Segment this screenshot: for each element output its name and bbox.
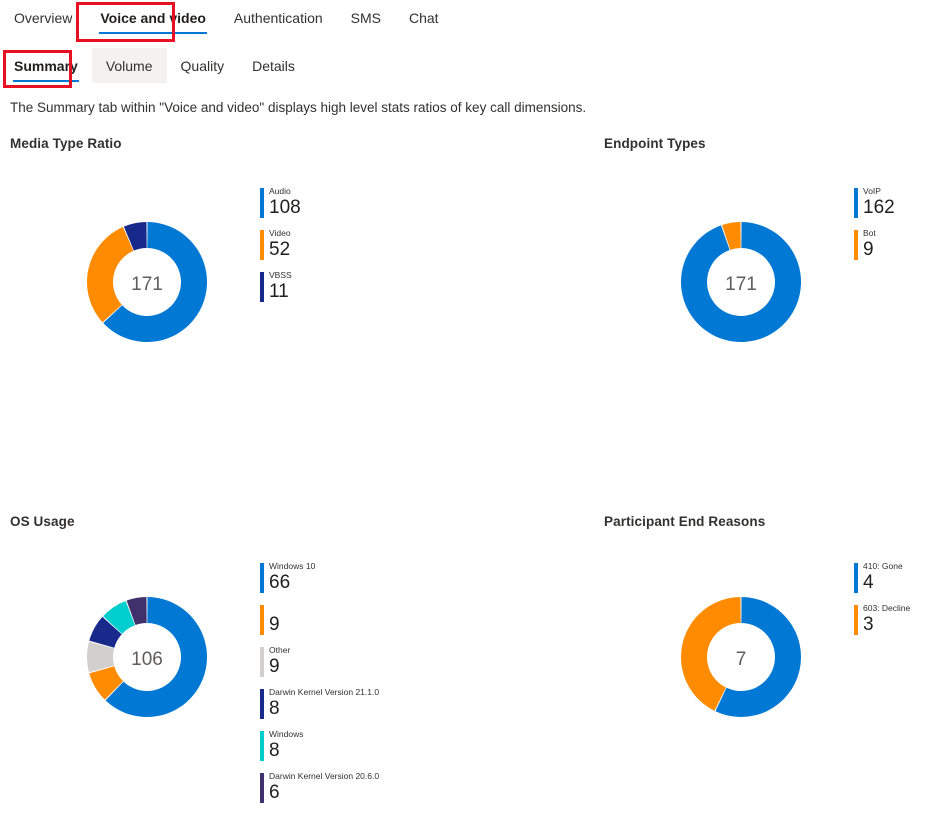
donut-svg: [681, 222, 801, 342]
legend-item-label: Darwin Kernel Version 21.1.0: [269, 687, 380, 697]
legend-item-label: Windows 10: [269, 561, 316, 571]
secondary-tabbar: Summary Volume Quality Details: [0, 48, 309, 90]
legend-endpoint-types: VoIP 162 Bot 9: [854, 186, 895, 270]
legend-item-label: [269, 603, 379, 614]
legend-color-swatch: [260, 230, 264, 260]
legend-item-label: VoIP: [863, 186, 881, 196]
legend-item-label: Video: [269, 228, 291, 238]
primary-tabbar: Overview Voice and video Authentication …: [0, 0, 453, 42]
donut-chart-participant-end-reasons[interactable]: 7: [666, 582, 816, 737]
legend-item[interactable]: Audio 108: [260, 186, 301, 218]
legend-item[interactable]: 603: Decline 3: [854, 603, 910, 635]
legend-item-label: VBSS: [269, 270, 292, 280]
legend-item[interactable]: Windows 8: [260, 729, 379, 761]
panel-endpoint-types: Endpoint Types 171 VoIP 162 Bot 9: [604, 136, 934, 496]
legend-item-label: Audio: [269, 186, 291, 196]
legend-color-swatch: [260, 272, 264, 302]
legend-item[interactable]: VoIP 162: [854, 186, 895, 218]
legend-media-type-ratio: Audio 108 Video 52 VBSS 11: [260, 186, 301, 312]
page-description: The Summary tab within "Voice and video"…: [10, 100, 587, 115]
legend-item[interactable]: Bot 9: [854, 228, 895, 260]
panel-title: Media Type Ratio: [10, 136, 122, 151]
legend-color-swatch: [260, 689, 264, 719]
legend-os-usage: Windows 10 66 9 Other 9 Darwin Kernel Version…: [260, 561, 379, 813]
donut-chart-os-usage[interactable]: 106: [72, 582, 222, 737]
legend-item-label: Windows: [269, 729, 304, 739]
legend-item-value: 66: [269, 572, 291, 593]
panel-title: Participant End Reasons: [604, 514, 766, 529]
legend-color-swatch: [260, 605, 264, 635]
panel-title: Endpoint Types: [604, 136, 706, 151]
tab-chat[interactable]: Chat: [395, 0, 453, 35]
legend-item-value: 8: [269, 698, 280, 719]
legend-item-value: 108: [269, 197, 301, 218]
legend-item-label: 410: Gone: [863, 561, 903, 571]
legend-color-swatch: [260, 647, 264, 677]
legend-item[interactable]: Windows 10 66: [260, 561, 379, 593]
tab-volume[interactable]: Volume: [91, 48, 167, 83]
tab-sms[interactable]: SMS: [337, 0, 395, 35]
legend-color-swatch: [260, 731, 264, 761]
donut-svg: [681, 597, 801, 717]
tab-authentication[interactable]: Authentication: [220, 0, 337, 35]
panel-os-usage: OS Usage 106 Windows 10 66 9 Other 9 Darwin K…: [10, 514, 460, 803]
legend-item-value: 4: [863, 572, 874, 593]
legend-item-label: Bot: [863, 228, 876, 238]
legend-color-swatch: [260, 563, 264, 593]
tab-overview[interactable]: Overview: [0, 0, 86, 35]
tab-voice-and-video[interactable]: Voice and video: [86, 0, 220, 35]
legend-item[interactable]: Other 9: [260, 645, 379, 677]
donut-segment[interactable]: [86, 227, 134, 323]
legend-color-swatch: [854, 605, 858, 635]
legend-item-value: 3: [863, 614, 874, 635]
legend-item[interactable]: 410: Gone 4: [854, 561, 910, 593]
panel-media-type-ratio: Media Type Ratio 171 Audio 108 Video 52 VBSS…: [10, 136, 460, 496]
legend-item[interactable]: Darwin Kernel Version 20.6.0 6: [260, 771, 379, 803]
legend-item-value: 9: [269, 656, 280, 677]
legend-item[interactable]: Darwin Kernel Version 21.1.0 8: [260, 687, 379, 719]
donut-segment[interactable]: [681, 222, 801, 342]
donut-svg: [87, 597, 207, 717]
donut-chart-media-type-ratio[interactable]: 171: [72, 207, 222, 362]
legend-item-value: 52: [269, 239, 291, 260]
legend-participant-end-reasons: 410: Gone 4 603: Decline 3: [854, 561, 910, 645]
legend-color-swatch: [854, 563, 858, 593]
panel-title: OS Usage: [10, 514, 75, 529]
legend-item-value: 9: [863, 239, 874, 260]
legend-item[interactable]: 9: [260, 603, 379, 635]
tab-summary[interactable]: Summary: [0, 48, 92, 83]
legend-item-value: 11: [269, 281, 289, 302]
legend-item[interactable]: VBSS 11: [260, 270, 301, 302]
legend-color-swatch: [854, 230, 858, 260]
legend-item-value: 8: [269, 740, 280, 761]
legend-color-swatch: [260, 188, 264, 218]
legend-item-label: 603: Decline: [863, 603, 911, 613]
legend-color-swatch: [854, 188, 858, 218]
legend-item-label: Darwin Kernel Version 20.6.0: [269, 771, 380, 781]
legend-item[interactable]: Video 52: [260, 228, 301, 260]
donut-chart-endpoint-types[interactable]: 171: [666, 207, 816, 362]
legend-item-label: Other: [269, 645, 291, 655]
tab-details[interactable]: Details: [238, 48, 309, 83]
legend-item-value: 162: [863, 197, 895, 218]
tab-quality[interactable]: Quality: [167, 48, 239, 83]
legend-item-value: 6: [269, 782, 280, 803]
donut-svg: [86, 222, 207, 342]
legend-item-value: 9: [269, 614, 280, 635]
panel-participant-end-reasons: Participant End Reasons 7 410: Gone 4 603:…: [604, 514, 934, 778]
